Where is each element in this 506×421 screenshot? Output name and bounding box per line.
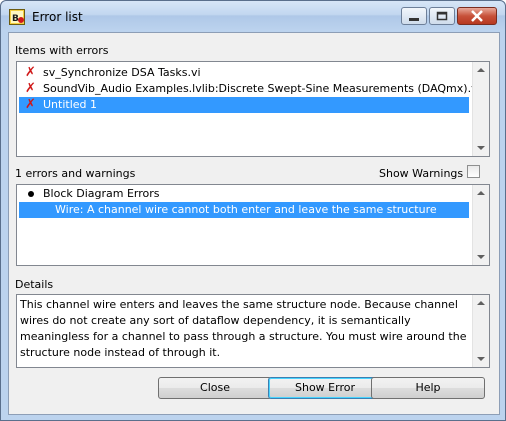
window-title: Error list bbox=[32, 10, 83, 24]
errors-scrollbar[interactable] bbox=[472, 185, 489, 265]
scroll-down-icon[interactable] bbox=[477, 255, 485, 259]
show-warnings-checkbox[interactable] bbox=[467, 165, 480, 178]
tree-group-item[interactable]: Block Diagram Errors bbox=[19, 186, 469, 202]
dialog-body: Items with errors ✗ sv_Synchronize DSA T… bbox=[8, 32, 500, 415]
list-item[interactable]: ✗ sv_Synchronize DSA Tasks.vi bbox=[19, 65, 469, 81]
details-content: This channel wire enters and leaves the … bbox=[20, 298, 467, 359]
close-window-button[interactable] bbox=[457, 7, 497, 25]
scroll-down-icon[interactable] bbox=[477, 146, 485, 150]
errors-count-label: 1 errors and warnings bbox=[15, 167, 136, 180]
minimize-icon bbox=[409, 18, 419, 21]
errors-tree[interactable]: Block Diagram Errors Wire: A channel wir… bbox=[16, 184, 490, 266]
show-error-button[interactable]: Show Error bbox=[268, 377, 382, 399]
details-label: Details bbox=[15, 278, 54, 291]
maximize-button[interactable] bbox=[429, 7, 455, 25]
details-text[interactable]: This channel wire enters and leaves the … bbox=[16, 294, 490, 368]
bullet-icon bbox=[28, 191, 34, 197]
maximize-icon bbox=[436, 11, 448, 21]
list-item-label: Untitled 1 bbox=[43, 98, 98, 111]
scroll-up-icon[interactable] bbox=[477, 191, 485, 195]
labview-app-icon: B bbox=[9, 9, 25, 25]
error-x-icon: ✗ bbox=[25, 65, 36, 80]
error-x-icon: ✗ bbox=[25, 81, 36, 96]
title-bar[interactable]: B Error list bbox=[1, 1, 505, 31]
tree-error-label: Wire: A channel wire cannot both enter a… bbox=[55, 203, 437, 216]
items-scrollbar[interactable] bbox=[472, 62, 489, 156]
error-x-icon: ✗ bbox=[25, 97, 36, 112]
error-list-window: B Error list Items with errors ✗ sv_Sync… bbox=[0, 0, 506, 421]
minimize-button[interactable] bbox=[401, 7, 427, 25]
help-button[interactable]: Help bbox=[371, 377, 485, 399]
show-warnings-label[interactable]: Show Warnings bbox=[379, 167, 463, 180]
list-item-label: SoundVib_Audio Examples.lvlib:Discrete S… bbox=[43, 82, 481, 95]
scroll-down-icon[interactable] bbox=[477, 357, 485, 361]
close-button[interactable]: Close bbox=[158, 377, 272, 399]
scroll-up-icon[interactable] bbox=[477, 68, 485, 72]
close-icon bbox=[471, 10, 483, 22]
list-item-selected[interactable]: ✗ Untitled 1 bbox=[19, 97, 469, 113]
svg-text:B: B bbox=[12, 14, 19, 24]
items-list[interactable]: ✗ sv_Synchronize DSA Tasks.vi ✗ SoundVib… bbox=[16, 61, 490, 157]
items-with-errors-label: Items with errors bbox=[15, 44, 109, 57]
tree-error-item-selected[interactable]: Wire: A channel wire cannot both enter a… bbox=[19, 202, 469, 218]
scroll-up-icon[interactable] bbox=[477, 301, 485, 305]
details-scrollbar[interactable] bbox=[472, 295, 489, 367]
tree-group-label: Block Diagram Errors bbox=[43, 187, 160, 200]
list-item[interactable]: ✗ SoundVib_Audio Examples.lvlib:Discrete… bbox=[19, 81, 481, 97]
list-item-label: sv_Synchronize DSA Tasks.vi bbox=[43, 66, 201, 79]
